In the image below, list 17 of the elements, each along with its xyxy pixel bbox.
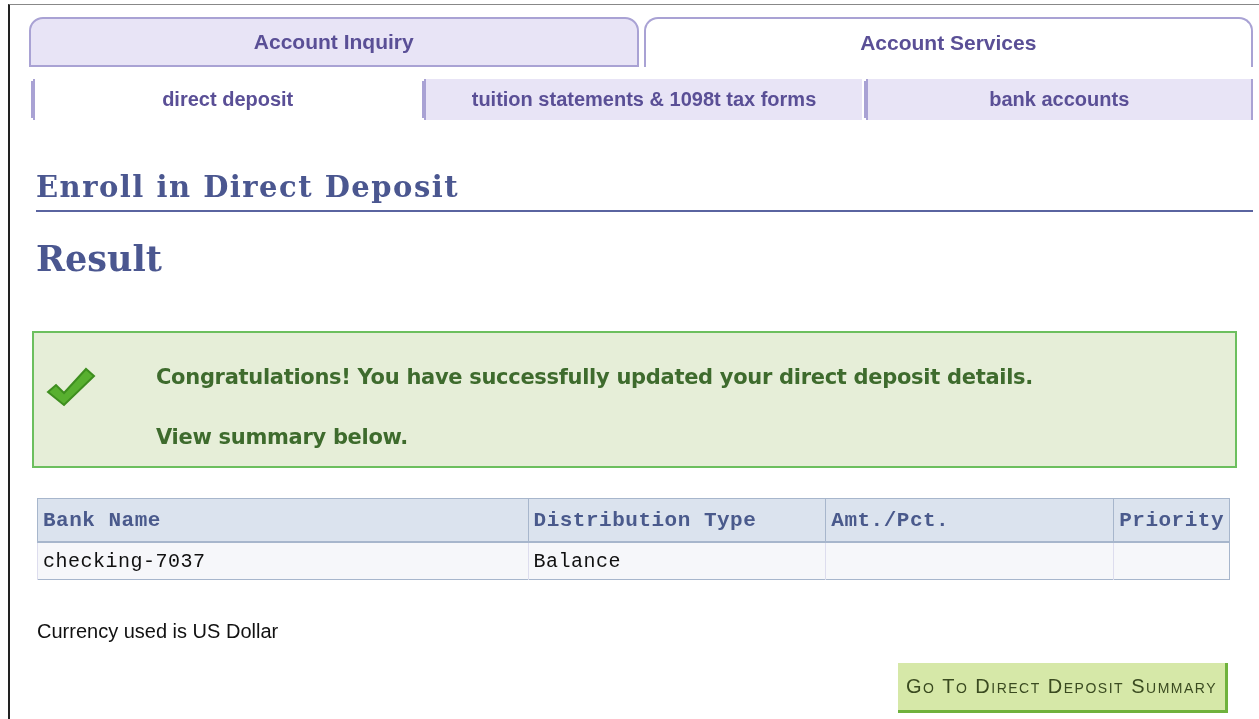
tab[interactable]: Account Services	[643, 17, 1253, 67]
subtab[interactable]: tuition statements & 1098t tax forms	[424, 79, 862, 120]
subtab[interactable]: bank accounts	[865, 79, 1253, 120]
column-header: Distribution Type	[528, 498, 826, 542]
column-header: Priority	[1113, 498, 1230, 542]
message-text: Congratulations! You have successfully updated your direct deposit details.	[156, 365, 1033, 389]
column-header: Amt./Pct.	[825, 498, 1114, 542]
summary-button[interactable]: Go To Direct Deposit Summary	[898, 663, 1228, 713]
tab[interactable]: Account Inquiry	[29, 17, 639, 67]
table-cell: checking-7037	[37, 542, 529, 580]
column-header: Bank Name	[37, 498, 529, 542]
checkmark-icon	[46, 365, 96, 407]
section-title: Result	[36, 238, 163, 279]
message-text: View summary below.	[156, 425, 409, 449]
currency-note: Currency used is US Dollar	[37, 620, 280, 643]
table-cell: Balance	[528, 542, 826, 580]
page-title: Enroll in Direct Deposit	[36, 170, 1253, 212]
